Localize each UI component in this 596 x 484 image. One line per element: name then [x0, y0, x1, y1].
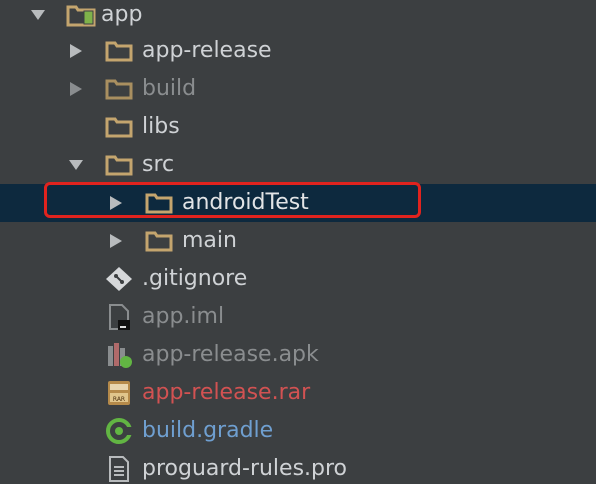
tree-item-androidtest[interactable]: androidTest — [0, 184, 596, 222]
project-tree: app app-release build libs src androidTe… — [0, 0, 596, 484]
tree-item-label: src — [142, 152, 175, 177]
folder-icon — [104, 113, 134, 141]
tree-item-label: libs — [142, 114, 180, 139]
expand-arrow-right-icon[interactable] — [68, 42, 84, 60]
git-file-icon — [104, 265, 134, 293]
tree-item-app-iml[interactable]: app.iml — [0, 298, 596, 336]
tree-item-label: .gitignore — [142, 266, 248, 291]
tree-item-build-gradle[interactable]: build.gradle — [0, 412, 596, 450]
folder-icon — [104, 151, 134, 179]
tree-item-label: build — [142, 76, 197, 101]
apk-file-icon — [104, 341, 134, 369]
tree-item-label: androidTest — [182, 190, 309, 215]
expand-arrow-down-icon[interactable] — [68, 156, 84, 174]
tree-item-app-release-apk[interactable]: app-release.apk — [0, 336, 596, 374]
tree-item-app-release-rar[interactable]: RAR app-release.rar — [0, 374, 596, 412]
folder-icon — [104, 37, 134, 65]
folder-icon — [144, 189, 174, 217]
tree-item-label: app.iml — [142, 304, 225, 329]
tree-item-main[interactable]: main — [0, 222, 596, 260]
tree-item-label: main — [182, 228, 237, 253]
tree-item-app-release[interactable]: app-release — [0, 32, 596, 70]
expand-arrow-right-icon[interactable] — [108, 232, 124, 250]
rar-archive-icon: RAR — [104, 379, 134, 407]
tree-item-src[interactable]: src — [0, 146, 596, 184]
tree-item-label: app-release.apk — [142, 342, 319, 367]
tree-item-app[interactable]: app — [0, 0, 596, 34]
tree-item-libs[interactable]: libs — [0, 108, 596, 146]
tree-item-label: build.gradle — [142, 418, 274, 443]
expand-arrow-right-icon[interactable] — [68, 80, 84, 98]
module-folder-icon — [66, 1, 96, 29]
text-file-icon — [104, 455, 134, 483]
tree-item-gitignore[interactable]: .gitignore — [0, 260, 596, 298]
tree-item-label: app-release.rar — [142, 380, 311, 405]
expand-arrow-right-icon[interactable] — [108, 194, 124, 212]
tree-item-label: proguard-rules.pro — [142, 456, 348, 481]
tree-item-label: app — [101, 2, 143, 27]
svg-text:RAR: RAR — [113, 396, 125, 403]
gradle-file-icon — [104, 417, 134, 445]
tree-item-label: app-release — [142, 38, 272, 63]
tree-item-proguard-rules[interactable]: proguard-rules.pro — [0, 450, 596, 484]
tree-item-build[interactable]: build — [0, 70, 596, 108]
folder-icon — [104, 75, 134, 103]
iml-file-icon — [104, 303, 134, 331]
expand-arrow-down-icon[interactable] — [30, 6, 46, 24]
folder-icon — [144, 227, 174, 255]
